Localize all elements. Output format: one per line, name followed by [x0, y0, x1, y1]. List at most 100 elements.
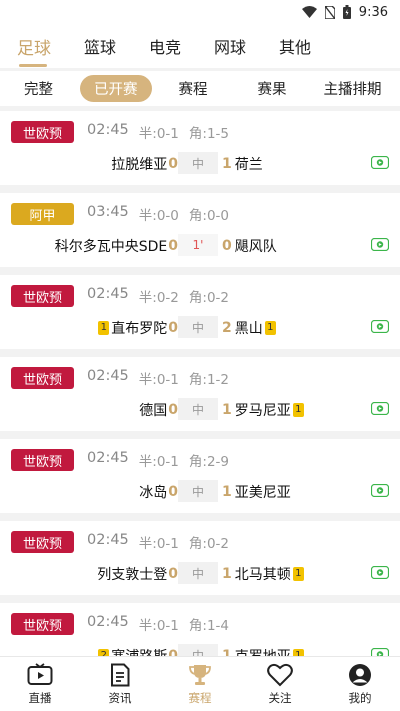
match-time: 02:45 [87, 614, 129, 630]
home-team-name: 列支敦士登 [97, 567, 168, 583]
home-team: 列支敦士登 0 [97, 564, 178, 584]
league-badge: 世欧预 [11, 531, 74, 553]
nav-schedule[interactable]: 赛程 [160, 657, 240, 711]
yellow-card-count: 1 [292, 567, 304, 581]
away-score: 1 [222, 402, 232, 418]
corner-count: 角:1-2 [188, 372, 230, 388]
battery-icon [342, 5, 351, 19]
match-time: 02:45 [87, 532, 129, 548]
away-team: 1 亚美尼亚 [222, 482, 291, 502]
video-icon[interactable] [371, 238, 389, 251]
match-meta: 02:45 半:0-1 角:1-5 [87, 122, 229, 142]
wifi-icon [301, 6, 317, 18]
home-score: 0 [168, 320, 178, 336]
match-card[interactable]: 世欧预 02:45 半:0-1 角:1-5 拉脱维亚 0 中 1 荷兰 [0, 111, 400, 185]
home-score: 0 [168, 238, 178, 254]
filter-streamer-schedule[interactable]: 主播排期 [324, 78, 382, 99]
match-card[interactable]: 阿甲 03:45 半:0-0 角:0-0 科尔多瓦中央SDE 0 1' 0 飓风… [0, 193, 400, 267]
tab-esports[interactable]: 电竞 [149, 34, 181, 58]
trophy-icon [189, 664, 211, 685]
match-meta: 03:45 半:0-0 角:0-0 [87, 204, 229, 224]
match-meta: 02:45 半:0-1 角:1-4 [87, 614, 229, 634]
away-score: 1 [222, 648, 232, 656]
away-score: 0 [222, 238, 232, 254]
nav-follow[interactable]: 关注 [240, 657, 320, 711]
status-time: 9:36 [358, 4, 388, 20]
away-team-name: 荷兰 [234, 157, 263, 173]
home-team: 拉脱维亚 0 [111, 154, 178, 174]
match-time: 02:45 [87, 450, 129, 466]
away-score: 1 [222, 484, 232, 500]
half-score: 半:0-1 [138, 536, 179, 552]
filter-started[interactable]: 已开赛 [80, 75, 152, 102]
video-icon[interactable] [371, 156, 389, 169]
half-score: 半:0-1 [138, 618, 179, 634]
home-team-name: 直布罗陀 [111, 321, 168, 337]
half-score: 半:0-1 [138, 454, 179, 470]
video-icon[interactable] [371, 566, 389, 579]
match-card[interactable]: 世欧预 02:45 半:0-1 角:0-2 列支敦士登 0 中 1 北马其顿 1 [0, 521, 400, 595]
filter-schedule[interactable]: 赛程 [179, 78, 208, 99]
video-icon[interactable] [371, 320, 389, 333]
tab-football[interactable]: 足球 [17, 34, 51, 67]
home-score: 0 [168, 484, 178, 500]
away-team: 1 荷兰 [222, 154, 263, 174]
match-meta: 02:45 半:0-1 角:2-9 [87, 450, 229, 470]
away-team-name: 北马其顿 [234, 567, 291, 583]
match-card[interactable]: 世欧预 02:45 半:0-2 角:0-2 1 直布罗陀 0 中 2 黑山 1 [0, 275, 400, 349]
home-team: 2 塞浦路斯 0 [96, 646, 178, 656]
corner-count: 角:2-9 [188, 454, 230, 470]
video-icon[interactable] [371, 484, 389, 497]
match-status: 中 [178, 562, 218, 584]
bottom-nav: 直播 资讯 赛程 关注 我的 [0, 656, 400, 711]
home-team: 1 直布罗陀 0 [96, 318, 178, 338]
corner-count: 角:0-2 [188, 536, 230, 552]
away-score: 1 [222, 156, 232, 172]
video-icon[interactable] [371, 648, 389, 656]
tab-other[interactable]: 其他 [279, 34, 311, 58]
away-team-name: 克罗地亚 [235, 646, 291, 656]
away-team: 1 克罗地亚 1 [222, 646, 306, 656]
corner-count: 角:1-4 [188, 618, 230, 634]
match-meta: 02:45 半:0-2 角:0-2 [87, 286, 229, 306]
match-filter-tabs: 完整 已开赛 赛程 赛果 主播排期 [0, 71, 400, 106]
yellow-card-count: 1 [98, 321, 110, 335]
video-icon[interactable] [371, 402, 389, 415]
home-team: 德国 0 [139, 400, 178, 420]
away-team-name: 亚美尼亚 [234, 485, 291, 501]
corner-count: 角:0-0 [188, 208, 230, 224]
home-team: 科尔多瓦中央SDE 0 [55, 236, 178, 256]
home-team-name: 科尔多瓦中央SDE [54, 239, 168, 255]
news-icon [111, 663, 130, 686]
match-time: 02:45 [87, 368, 129, 384]
home-team: 冰岛 0 [139, 482, 178, 502]
match-card[interactable]: 世欧预 02:45 半:0-1 角:2-9 冰岛 0 中 1 亚美尼亚 [0, 439, 400, 513]
away-team-name: 罗马尼亚 [234, 403, 291, 419]
yellow-card-count: 1 [264, 321, 276, 335]
match-card[interactable]: 世欧预 02:45 半:0-1 角:1-4 2 塞浦路斯 0 中 1 克罗地亚 … [0, 603, 400, 656]
filter-all[interactable]: 完整 [24, 78, 53, 99]
match-status: 中 [178, 480, 218, 502]
filter-results[interactable]: 赛果 [258, 78, 287, 99]
tab-tennis[interactable]: 网球 [214, 34, 246, 58]
away-team: 1 北马其顿 1 [222, 564, 306, 584]
match-meta: 02:45 半:0-1 角:1-2 [87, 368, 229, 388]
no-sim-icon [324, 5, 335, 19]
match-time: 02:45 [87, 122, 129, 138]
half-score: 半:0-1 [138, 126, 179, 142]
away-score: 1 [222, 566, 232, 582]
tab-basketball[interactable]: 篮球 [84, 34, 116, 58]
match-card[interactable]: 世欧预 02:45 半:0-1 角:1-2 德国 0 中 1 罗马尼亚 1 [0, 357, 400, 431]
corner-count: 角:1-5 [188, 126, 230, 142]
match-status: 中 [178, 316, 218, 338]
home-team-name: 德国 [139, 403, 168, 419]
away-team: 2 黑山 1 [222, 318, 278, 338]
nav-profile[interactable]: 我的 [320, 657, 400, 711]
league-badge: 世欧预 [11, 285, 74, 307]
sport-tabs: 足球 篮球 电竞 网球 其他 [0, 24, 400, 68]
nav-news[interactable]: 资讯 [80, 657, 160, 711]
nav-live[interactable]: 直播 [0, 657, 80, 711]
home-score: 0 [168, 402, 178, 418]
league-badge: 世欧预 [11, 613, 74, 635]
half-score: 半:0-1 [138, 372, 179, 388]
